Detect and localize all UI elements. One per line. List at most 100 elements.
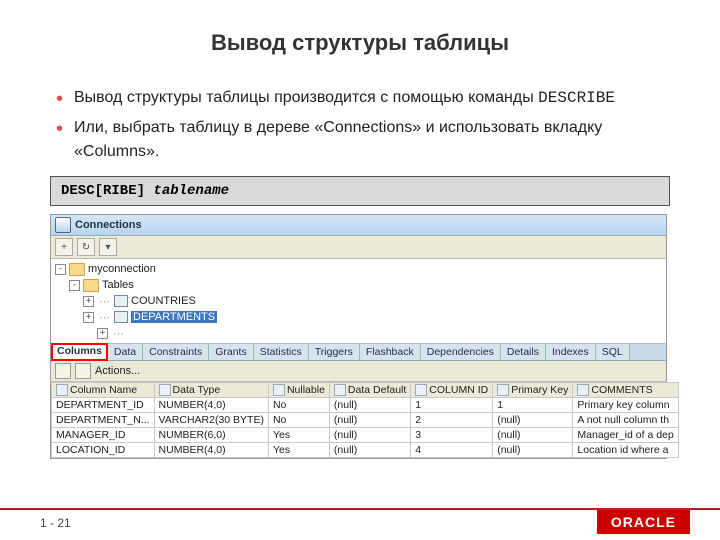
edit-icon[interactable] bbox=[75, 363, 91, 379]
tab-data[interactable]: Data bbox=[108, 344, 143, 360]
table-row[interactable]: MANAGER_IDNUMBER(6,0)Yes(null)3(null)Man… bbox=[52, 428, 679, 443]
tree-dots: ⋯ bbox=[99, 311, 109, 324]
table-cell: VARCHAR2(30 BYTE) bbox=[154, 413, 268, 428]
actions-button[interactable]: Actions... bbox=[95, 365, 140, 377]
connections-icon bbox=[55, 217, 71, 233]
syntax-arg: tablename bbox=[153, 183, 229, 199]
table-row[interactable]: DEPARTMENT_IDNUMBER(4,0)No(null)11Primar… bbox=[52, 398, 679, 413]
table-cell: Primary key column bbox=[573, 398, 678, 413]
table-cell: DEPARTMENT_ID bbox=[52, 398, 155, 413]
connections-tree: - myconnection - Tables + ⋯ COUNTRIES + … bbox=[51, 259, 666, 344]
table-cell: (null) bbox=[329, 398, 410, 413]
table-cell: No bbox=[268, 413, 329, 428]
table-cell: NUMBER(4,0) bbox=[154, 443, 268, 458]
tree-table-node[interactable]: + ⋯ COUNTRIES bbox=[55, 293, 666, 309]
connections-tab[interactable]: Connections bbox=[51, 215, 666, 236]
tab-flashback[interactable]: Flashback bbox=[360, 344, 421, 360]
table-cell: Yes bbox=[268, 428, 329, 443]
folder-icon bbox=[83, 279, 99, 292]
tree-child-placeholder: + ⋯ bbox=[55, 325, 666, 341]
connections-toolbar: + ↻ ▾ bbox=[51, 236, 666, 259]
bullet-code: DESCRIBE bbox=[538, 89, 615, 107]
table-cell: No bbox=[268, 398, 329, 413]
col-header[interactable]: Data Type bbox=[154, 383, 268, 398]
table-row[interactable]: DEPARTMENT_N...VARCHAR2(30 BYTE)No(null)… bbox=[52, 413, 679, 428]
pin-icon[interactable] bbox=[55, 363, 71, 379]
header-icon bbox=[159, 384, 171, 396]
table-cell: NUMBER(4,0) bbox=[154, 398, 268, 413]
bullet-text: Или, выбрать таблицу в дереве «Connectio… bbox=[74, 119, 602, 160]
header-icon bbox=[273, 384, 285, 396]
tab-grants[interactable]: Grants bbox=[209, 344, 254, 360]
table-cell: (null) bbox=[329, 428, 410, 443]
tab-indexes[interactable]: Indexes bbox=[546, 344, 596, 360]
table-cell: 4 bbox=[411, 443, 493, 458]
table-cell: 1 bbox=[493, 398, 573, 413]
col-header[interactable]: Column Name bbox=[52, 383, 155, 398]
syntax-box: DESC[RIBE] tablename bbox=[50, 176, 670, 206]
bullet-list: Вывод структуры таблицы производится с п… bbox=[50, 86, 670, 164]
slide-title: Вывод структуры таблицы bbox=[50, 30, 670, 56]
table-label: COUNTRIES bbox=[131, 295, 196, 307]
header-icon bbox=[56, 384, 68, 396]
table-cell: MANAGER_ID bbox=[52, 428, 155, 443]
expand-icon[interactable]: + bbox=[83, 296, 94, 307]
toolbar-new-icon[interactable]: + bbox=[55, 238, 73, 256]
tree-dots: ⋯ bbox=[113, 327, 123, 340]
tree-dots: ⋯ bbox=[99, 295, 109, 308]
tab-constraints[interactable]: Constraints bbox=[143, 344, 209, 360]
collapse-icon[interactable]: - bbox=[69, 280, 80, 291]
connection-label: myconnection bbox=[88, 263, 156, 275]
header-icon bbox=[577, 384, 589, 396]
connections-title: Connections bbox=[75, 219, 142, 231]
table-cell: 1 bbox=[411, 398, 493, 413]
tree-connection-node[interactable]: - myconnection bbox=[55, 261, 666, 277]
table-cell: Manager_id of a dep bbox=[573, 428, 678, 443]
bullet-item: Вывод структуры таблицы производится с п… bbox=[50, 86, 670, 110]
table-cell: DEPARTMENT_N... bbox=[52, 413, 155, 428]
tables-label: Tables bbox=[102, 279, 134, 291]
tree-tables-node[interactable]: - Tables bbox=[55, 277, 666, 293]
table-cell: Location id where a bbox=[573, 443, 678, 458]
bullet-text: Вывод структуры таблицы производится с п… bbox=[74, 89, 538, 106]
col-header[interactable]: Data Default bbox=[329, 383, 410, 398]
expand-icon[interactable]: + bbox=[97, 328, 108, 339]
collapse-icon[interactable]: - bbox=[55, 264, 66, 275]
bullet-item: Или, выбрать таблицу в дереве «Connectio… bbox=[50, 116, 670, 164]
sqldev-screenshot: Connections + ↻ ▾ - myconnection - Table… bbox=[50, 214, 667, 459]
table-cell: (null) bbox=[493, 428, 573, 443]
object-tabs: Columns Data Constraints Grants Statisti… bbox=[51, 344, 666, 361]
tab-columns[interactable]: Columns bbox=[51, 343, 108, 361]
syntax-cmd: DESC[RIBE] bbox=[61, 183, 153, 199]
tree-table-node-selected[interactable]: + ⋯ DEPARTMENTS bbox=[55, 309, 666, 325]
toolbar-filter-icon[interactable]: ▾ bbox=[99, 238, 117, 256]
expand-icon[interactable]: + bbox=[83, 312, 94, 323]
table-cell: LOCATION_ID bbox=[52, 443, 155, 458]
tab-statistics[interactable]: Statistics bbox=[254, 344, 309, 360]
object-toolbar: Actions... bbox=[51, 361, 666, 382]
col-header[interactable]: Nullable bbox=[268, 383, 329, 398]
tab-triggers[interactable]: Triggers bbox=[309, 344, 360, 360]
col-header[interactable]: Primary Key bbox=[493, 383, 573, 398]
col-header[interactable]: COLUMN ID bbox=[411, 383, 493, 398]
table-cell: 2 bbox=[411, 413, 493, 428]
header-icon bbox=[415, 384, 427, 396]
table-cell: 3 bbox=[411, 428, 493, 443]
connection-icon bbox=[69, 263, 85, 276]
table-cell: A not null column th bbox=[573, 413, 678, 428]
tab-details[interactable]: Details bbox=[501, 344, 546, 360]
col-header[interactable]: COMMENTS bbox=[573, 383, 678, 398]
header-icon bbox=[497, 384, 509, 396]
page-number: 1 - 21 bbox=[40, 516, 71, 530]
tab-sql[interactable]: SQL bbox=[596, 344, 630, 360]
table-row[interactable]: LOCATION_IDNUMBER(4,0)Yes(null)4(null)Lo… bbox=[52, 443, 679, 458]
columns-table: Column Name Data Type Nullable Data Defa… bbox=[51, 382, 679, 458]
table-cell: (null) bbox=[329, 443, 410, 458]
table-cell: (null) bbox=[329, 413, 410, 428]
table-cell: (null) bbox=[493, 443, 573, 458]
oracle-logo: ORACLE bbox=[597, 510, 690, 534]
table-icon bbox=[114, 295, 128, 307]
table-cell: Yes bbox=[268, 443, 329, 458]
toolbar-refresh-icon[interactable]: ↻ bbox=[77, 238, 95, 256]
tab-dependencies[interactable]: Dependencies bbox=[421, 344, 501, 360]
